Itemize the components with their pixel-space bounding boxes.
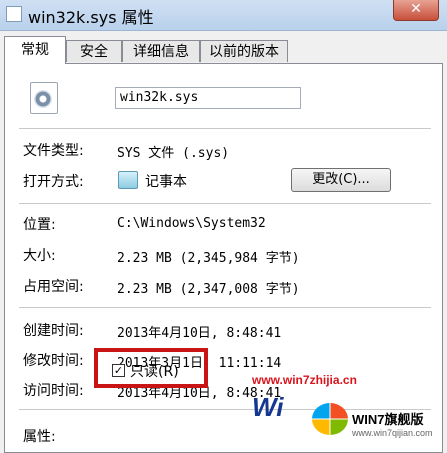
size-label: 大小: <box>23 248 56 264</box>
tab-previous-versions[interactable]: 以前的版本 <box>200 40 288 62</box>
location-label: 位置: <box>23 217 56 233</box>
accessed-label: 访问时间: <box>23 383 84 399</box>
open-with-label: 打开方式: <box>23 174 84 190</box>
notepad-icon <box>118 171 138 189</box>
created-label: 创建时间: <box>23 323 84 339</box>
disk-size-label: 占用空间: <box>23 279 84 295</box>
location-value: C:\Windows\System32 <box>117 216 266 231</box>
file-name-field[interactable]: win32k.sys <box>115 87 301 109</box>
file-icon <box>6 6 22 22</box>
windows-flag-icon <box>312 403 348 435</box>
watermark-badge: WIN7旗舰版 <box>352 412 424 427</box>
watermark-url: www.win7zhijia.cn <box>252 373 357 387</box>
divider <box>19 128 431 129</box>
modified-label: 修改时间: <box>23 353 84 369</box>
window-title: win32k.sys 属性 <box>28 8 154 27</box>
file-type-value: SYS 文件 (.sys) <box>117 146 230 161</box>
tab-security[interactable]: 安全 <box>66 40 122 62</box>
tab-general[interactable]: 常规 <box>4 36 66 64</box>
readonly-checkbox[interactable]: ✓ <box>112 364 125 377</box>
watermark-badge-sub: www.win7qijian.com <box>352 428 433 438</box>
divider <box>19 307 431 308</box>
general-tab-panel: win32k.sys 文件类型: SYS 文件 (.sys) 打开方式: 记事本… <box>4 63 443 453</box>
tab-details[interactable]: 详细信息 <box>122 40 200 62</box>
title-bar: win32k.sys 属性 ✕ <box>0 0 447 31</box>
file-sys-icon <box>30 82 58 114</box>
change-button[interactable]: 更改(C)... <box>291 168 391 192</box>
disk-size-value: 2.23 MB (2,347,008 字节) <box>117 282 300 297</box>
file-type-label: 文件类型: <box>23 143 84 159</box>
tab-strip: 常规 安全 详细信息 以前的版本 <box>0 34 447 64</box>
attributes-label: 属性: <box>23 429 56 445</box>
watermark-logo: Wi <box>252 392 284 422</box>
open-with-value: 记事本 <box>145 174 187 190</box>
size-value: 2.23 MB (2,345,984 字节) <box>117 251 300 266</box>
created-value: 2013年4月10日, 8:48:41 <box>117 326 282 341</box>
readonly-label[interactable]: 只读(R) <box>130 361 179 381</box>
divider <box>19 203 431 204</box>
close-button[interactable]: ✕ <box>393 0 439 21</box>
